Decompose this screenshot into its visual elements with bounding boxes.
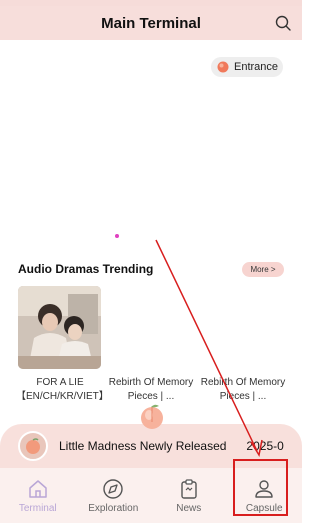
annotation-highlight-box <box>233 459 288 516</box>
annotation-arrow <box>155 239 263 458</box>
